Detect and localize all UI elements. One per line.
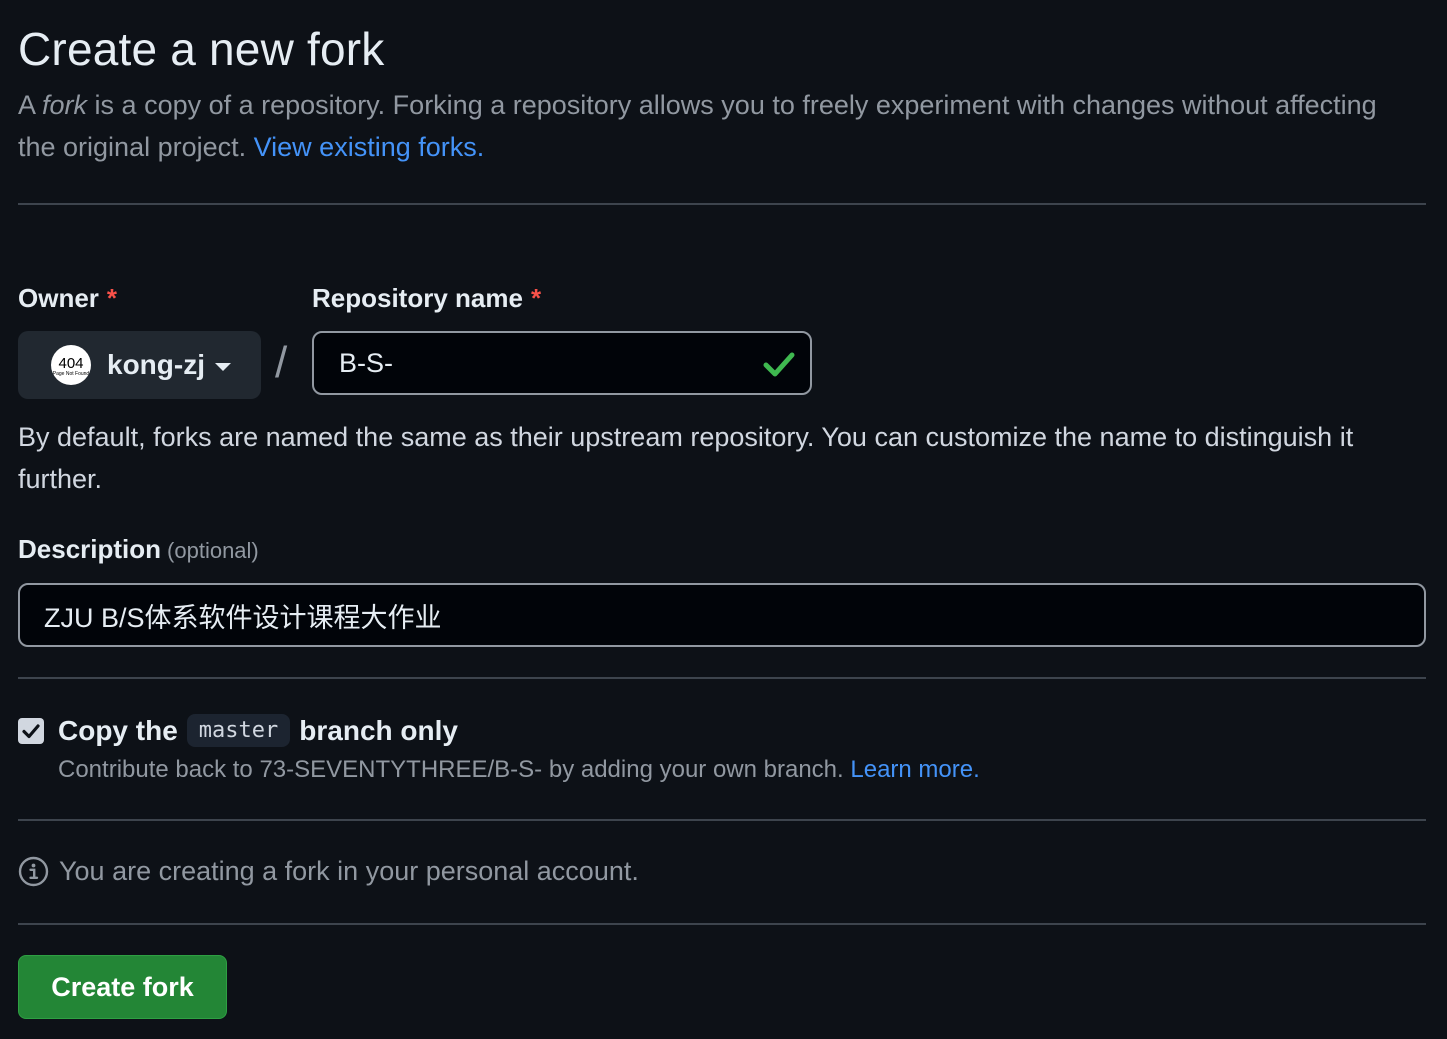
copy-branch-label-before: Copy the [58, 714, 178, 746]
divider [18, 819, 1426, 821]
info-notice: You are creating a fork in your personal… [18, 856, 639, 887]
branch-name-code: master [186, 714, 291, 747]
description-label: Description (optional) [18, 534, 259, 565]
owner-label-text: Owner [18, 283, 99, 313]
learn-more-link[interactable]: Learn more. [850, 756, 979, 783]
required-asterisk: * [530, 283, 542, 313]
copy-branch-label-after: branch only [299, 714, 458, 746]
owner-dropdown-button[interactable]: 404 Page Not Found kong-zj [18, 331, 261, 399]
caret-down-icon [215, 363, 231, 371]
copy-branch-checkbox[interactable] [18, 718, 44, 744]
optional-label: (optional) [167, 538, 259, 563]
divider [18, 203, 1426, 205]
owner-repo-separator: / [275, 338, 288, 387]
description-input[interactable]: ZJU B/S体系软件设计课程大作业 [18, 583, 1426, 647]
repository-name-value: B-S- [339, 347, 393, 378]
description-label-text: Description [18, 534, 162, 564]
required-asterisk: * [106, 283, 118, 313]
create-fork-page: Create a new fork A fork is a copy of a … [0, 0, 1447, 1039]
intro-fork-emphasis: fork [42, 90, 88, 120]
divider [18, 923, 1426, 925]
page-title: Create a new fork [18, 23, 385, 75]
info-text: You are creating a fork in your personal… [59, 856, 639, 886]
check-icon [763, 352, 795, 377]
intro-text: A fork is a copy of a repository. Forkin… [18, 84, 1418, 168]
description-value: ZJU B/S体系软件设计课程大作业 [44, 602, 442, 633]
info-icon [18, 856, 49, 887]
repository-name-label-text: Repository name [312, 283, 523, 313]
repository-name-input[interactable]: B-S- [312, 331, 812, 395]
owner-label: Owner * [18, 283, 117, 314]
intro-suffix: is a copy of a repository. Forking a rep… [18, 90, 1377, 162]
owner-name: kong-zj [107, 349, 205, 380]
checkmark-icon [22, 724, 40, 739]
copy-branch-label[interactable]: Copy the master branch only [58, 714, 458, 747]
contribute-text: Contribute back to 73-SEVENTYTHREE/B-S- … [58, 756, 851, 783]
view-existing-forks-link[interactable]: View existing forks. [254, 132, 485, 162]
create-fork-button[interactable]: Create fork [18, 955, 227, 1019]
repository-name-hint: By default, forks are named the same as … [18, 422, 1354, 494]
avatar-text: 404 [58, 354, 84, 372]
contribute-hint: Contribute back to 73-SEVENTYTHREE/B-S- … [58, 756, 980, 784]
divider [18, 677, 1426, 679]
repository-name-label: Repository name * [312, 283, 541, 314]
avatar: 404 Page Not Found [51, 345, 91, 385]
avatar-subtext: Page Not Found [52, 370, 90, 377]
intro-prefix: A [18, 90, 43, 120]
